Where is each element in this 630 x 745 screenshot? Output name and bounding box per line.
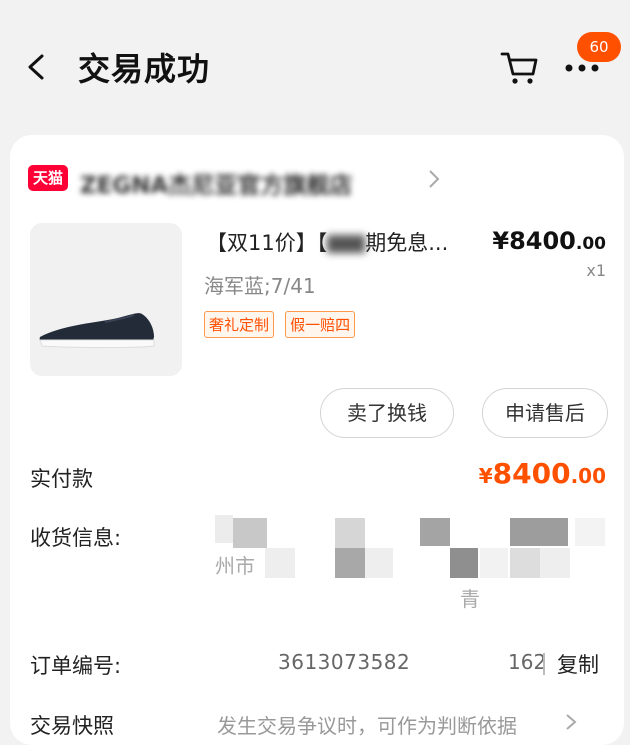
product-title-suffix: 期免息... <box>365 231 449 255</box>
product-price: ¥8400.00 <box>492 227 606 255</box>
price-decimal: .00 <box>575 234 606 254</box>
tag-luxury-gift: 奢礼定制 <box>204 311 275 338</box>
quantity: x1 <box>586 261 606 280</box>
redacted-text <box>327 235 366 253</box>
header: 交易成功 60 <box>0 0 630 135</box>
shop-header[interactable]: 天猫 ZEGNA杰尼亚官方旗舰店 <box>28 163 448 199</box>
after-sale-button[interactable]: 申请售后 <box>482 388 608 438</box>
paid-label: 实付款 <box>30 467 93 491</box>
copy-button[interactable]: 复制 <box>557 649 599 679</box>
product-tags: 奢礼定制 假一赔四 <box>204 311 361 338</box>
order-number-redacted <box>414 647 510 675</box>
resell-button[interactable]: 卖了换钱 <box>320 388 454 438</box>
back-arrow-icon[interactable] <box>22 52 52 82</box>
order-number-label: 订单编号: <box>30 654 122 678</box>
sneaker-icon <box>39 313 155 348</box>
order-number: 3613073582 <box>278 650 411 674</box>
chevron-right-icon <box>566 714 577 730</box>
order-card: 天猫 ZEGNA杰尼亚官方旗舰店 【双11价】【 期免息... ¥8400.00 … <box>10 135 624 745</box>
divider <box>543 653 545 675</box>
product-title-prefix: 【双11价】【 <box>206 231 328 255</box>
order-number-tail: 162 <box>508 650 547 674</box>
currency-symbol: ¥ <box>478 464 493 488</box>
price-integer: ¥8400 <box>492 227 576 255</box>
address-fragment-2: 青 <box>460 587 480 611</box>
product-image[interactable] <box>30 223 182 376</box>
amount-integer: 8400 <box>492 457 571 490</box>
tag-fake-compensation: 假一赔四 <box>285 311 356 338</box>
snapshot-label: 交易快照 <box>30 714 114 738</box>
address-redacted: 州市 青 <box>205 515 605 615</box>
paid-amount: ¥8400.00 <box>479 457 606 490</box>
page-title: 交易成功 <box>78 50 211 88</box>
cart-icon[interactable] <box>500 50 540 86</box>
shop-name[interactable]: ZEGNA杰尼亚官方旗舰店 <box>80 166 352 200</box>
amount-decimal: .00 <box>570 464 606 488</box>
message-count-badge: 60 <box>577 32 621 62</box>
product-title[interactable]: 【双11价】【 期免息... <box>206 227 448 257</box>
tmall-logo-icon: 天猫 <box>28 165 68 191</box>
chevron-right-icon <box>429 170 440 188</box>
address-fragment: 州市 <box>215 554 255 578</box>
product-sku: 海军蓝;7/41 <box>204 274 316 298</box>
address-label: 收货信息: <box>30 526 122 550</box>
